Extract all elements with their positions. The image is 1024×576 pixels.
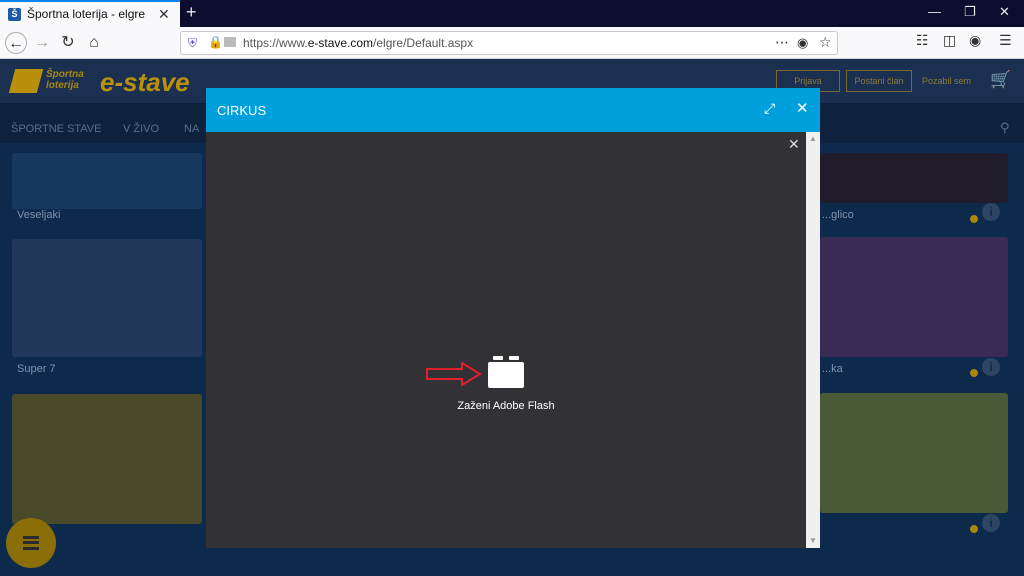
back-icon[interactable]: ← (5, 32, 27, 54)
status-dot (970, 215, 978, 223)
info-icon[interactable]: i (982, 514, 1000, 532)
modal-header: CIRKUS ⤢ ✕ (206, 88, 820, 132)
info-icon[interactable]: i (982, 203, 1000, 221)
floating-menu-button[interactable] (6, 518, 56, 568)
browser-tab-bar: Š Športna loterija - elgre ✕ + — ❐ ✕ (0, 0, 1024, 27)
home-icon[interactable]: ⌂ (83, 32, 105, 54)
more-icon[interactable]: ⋯ (775, 34, 789, 51)
new-tab-button[interactable]: + (186, 2, 197, 23)
tile-label: ...glico (822, 209, 854, 221)
logo-subtitle: Športna loterija (46, 69, 84, 91)
run-flash-label[interactable]: Zaženi Adobe Flash (206, 400, 806, 412)
scrollbar[interactable]: ▲ ▼ (806, 132, 820, 548)
browser-tab[interactable]: Š Športna loterija - elgre ✕ (0, 0, 180, 27)
game-tile[interactable] (12, 239, 202, 357)
restore-icon[interactable]: ❐ (964, 4, 976, 20)
scroll-down-icon[interactable]: ▼ (809, 536, 817, 545)
modal-title: CIRKUS (217, 103, 267, 118)
library-icon[interactable]: ☷ (916, 32, 929, 49)
url-bar[interactable]: ⛨ 🔒 https://www.e-stave.com/elgre/Defaul… (180, 31, 838, 55)
info-icon[interactable]: i (982, 358, 1000, 376)
annotation-arrow-icon (426, 362, 482, 386)
browser-navbar: ← → ↻ ⌂ ⛨ 🔒 https://www.e-stave.com/elgr… (0, 27, 1024, 59)
menu-icon[interactable]: ☰ (999, 32, 1012, 49)
logo-text: e-stave (100, 67, 190, 97)
status-dot (970, 525, 978, 533)
register-button[interactable]: Postani član (846, 70, 912, 92)
game-modal: CIRKUS ⤢ ✕ ✕ Zaženi Adobe Flash ▲ ▼ (206, 88, 820, 548)
game-tile[interactable] (820, 153, 1008, 203)
site-favicon: Š (8, 8, 21, 21)
hamburger-icon (23, 536, 39, 550)
tab-close-button[interactable]: ✕ (158, 6, 170, 23)
window-close-icon[interactable]: ✕ (999, 4, 1010, 20)
menu-item-sports[interactable]: ŠPORTNE STAVE (11, 123, 101, 135)
tab-title: Športna loterija - elgre (27, 7, 146, 21)
sidebar-icon[interactable]: ◫ (943, 32, 956, 49)
minimize-modal-icon[interactable]: ⤢ (764, 100, 775, 117)
tile-label: ...ka (822, 363, 843, 375)
frame-close-button[interactable]: ✕ (788, 136, 800, 153)
forward-icon[interactable]: → (31, 32, 53, 54)
permissions-icon[interactable] (224, 37, 236, 47)
menu-item-live[interactable]: V ŽIVO (123, 123, 159, 135)
game-tile[interactable] (12, 394, 202, 524)
reload-icon[interactable]: ↻ (57, 32, 79, 54)
status-dot (970, 369, 978, 377)
star-icon[interactable]: ☆ (819, 34, 832, 51)
menu-item-more[interactable]: NA (184, 123, 199, 135)
forgot-link[interactable]: Pozabil sem (922, 76, 971, 86)
game-frame: ✕ Zaženi Adobe Flash (206, 132, 806, 548)
game-tile[interactable] (12, 153, 202, 209)
tile-label: Super 7 (17, 363, 56, 375)
shield-icon[interactable]: ⛨ (188, 36, 197, 51)
search-icon[interactable]: ⚲ (1000, 120, 1010, 136)
flash-plugin-icon[interactable] (488, 356, 524, 388)
minimize-icon[interactable]: — (928, 4, 941, 19)
lock-icon[interactable]: 🔒 (208, 35, 223, 49)
game-tile[interactable] (820, 237, 1008, 357)
modal-close-button[interactable]: ✕ (796, 99, 809, 117)
cart-icon[interactable]: 🛒 (990, 70, 1011, 90)
scroll-up-icon[interactable]: ▲ (809, 134, 817, 143)
url-text[interactable]: https://www.e-stave.com/elgre/Default.as… (243, 36, 473, 50)
logo-mark-icon (8, 69, 44, 93)
account-icon[interactable]: ◉ (969, 32, 981, 49)
game-tile[interactable] (820, 393, 1008, 513)
site-logo[interactable]: Športna loterija e-stave (8, 67, 192, 97)
pocket-icon[interactable]: ◉ (797, 35, 808, 51)
tile-label: Veseljaki (17, 209, 61, 221)
